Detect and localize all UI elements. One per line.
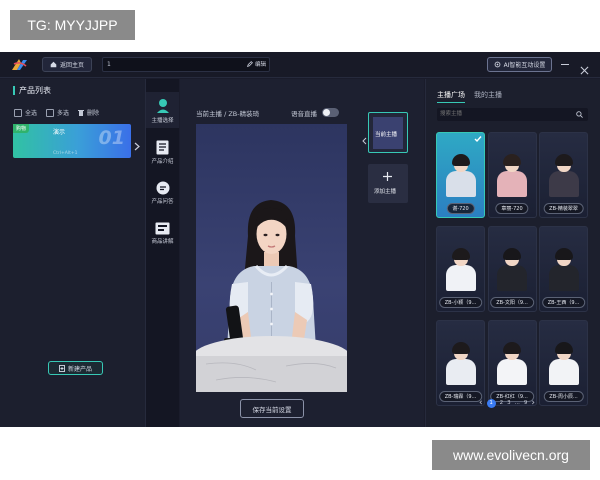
anchor-card-label: 谢-720	[446, 203, 475, 214]
home-icon	[50, 61, 57, 68]
ai-settings-icon	[494, 61, 500, 68]
minimize-button[interactable]	[561, 64, 569, 65]
plus-icon	[383, 172, 392, 181]
anchor-card-label: ZB-瑞霖（9...	[438, 391, 483, 402]
current-anchor-chevron-icon[interactable]	[362, 130, 367, 145]
voice-live-toggle[interactable]	[322, 108, 339, 117]
add-file-icon	[59, 364, 65, 372]
anchor-card-label: ZB-文阳（9...	[490, 297, 534, 308]
anchor-avatar	[548, 154, 579, 197]
prev-page-button[interactable]: ‹	[479, 398, 483, 408]
product-badge: 购物	[13, 124, 30, 133]
checkbox-box	[46, 108, 54, 117]
page-ellipsis: ...	[514, 400, 520, 406]
back-home-button[interactable]: 返回主页	[42, 57, 92, 72]
anchor-card[interactable]: ZB-王西（9...	[539, 226, 588, 312]
app-logo-icon	[11, 57, 28, 72]
anchor-avatar	[445, 342, 476, 385]
tab-my-anchors[interactable]: 我的主播	[474, 90, 502, 100]
anchor-card-label: 章丽-720	[495, 203, 529, 214]
anchor-avatar	[548, 248, 579, 291]
pagination: ‹ 1 2 3 ... 9 ›	[479, 398, 535, 408]
anchor-video-preview	[196, 124, 347, 392]
anchor-card[interactable]: ZB-精装翠翠	[539, 132, 588, 218]
close-button[interactable]	[580, 60, 589, 75]
screen-icon	[155, 222, 170, 235]
anchor-card[interactable]: ZB-周小辰...	[539, 320, 588, 406]
pencil-icon	[247, 61, 253, 67]
search-icon	[576, 111, 583, 118]
next-page-button[interactable]: ›	[531, 398, 535, 408]
delete-button[interactable]: 删除	[78, 108, 99, 117]
watermark-top-left: TG: MYYJJPP	[10, 10, 135, 40]
search-field[interactable]	[440, 109, 560, 119]
save-settings-button[interactable]: 保存当前设置	[240, 399, 304, 418]
anchor-avatar	[497, 154, 527, 197]
selected-check-icon	[474, 136, 482, 143]
trash-icon	[78, 110, 84, 116]
chat-icon	[156, 181, 169, 195]
current-anchor-label: 当前主播	[375, 132, 398, 138]
product-card[interactable]: 购物 演示 01 Ctrl+Alt+1	[13, 124, 131, 158]
anchor-avatar	[445, 154, 476, 197]
current-anchor-card[interactable]: 当前主播	[368, 112, 408, 153]
close-icon	[580, 66, 589, 75]
anchor-figure	[196, 200, 347, 392]
anchor-card[interactable]: ZB-小颖（9...	[436, 226, 485, 312]
anchor-card[interactable]: ZB-红红（9...	[487, 320, 537, 406]
edit-button[interactable]: 编辑	[247, 60, 266, 68]
anchor-avatar	[445, 248, 476, 291]
new-product-button[interactable]: 新建产品	[48, 361, 103, 375]
title-input[interactable]: 1 编辑	[102, 57, 270, 72]
product-name: 演示	[53, 129, 66, 136]
add-anchor-button[interactable]: 添加主播	[368, 164, 408, 203]
anchor-card-label: ZB-精装翠翠	[543, 203, 584, 214]
anchor-card[interactable]: 章丽-720	[487, 132, 537, 218]
anchor-person-icon	[156, 99, 169, 113]
product-number: 01	[98, 127, 125, 149]
page-1[interactable]: 1	[486, 398, 496, 408]
multi-select-checkbox[interactable]: 多选	[46, 108, 69, 117]
product-list-title: 产品列表	[13, 86, 51, 95]
anchor-card-label: ZB-王西（9...	[541, 297, 586, 308]
nav-product-intro[interactable]: 产品介绍	[146, 140, 179, 165]
page-3[interactable]: 3	[507, 400, 511, 406]
anchor-card-label: ZB-周小辰...	[543, 391, 584, 402]
document-icon	[156, 140, 169, 155]
voice-live-label: 语音直播	[291, 110, 317, 118]
checkbox-box	[14, 108, 22, 117]
toggle-knob	[323, 109, 330, 116]
nav-product-qa[interactable]: 产品问答	[146, 181, 179, 205]
page-2[interactable]: 2	[500, 400, 504, 406]
anchor-card-label: ZB-小颖（9...	[438, 297, 483, 308]
anchor-card[interactable]: ZB-文阳（9...	[487, 226, 537, 312]
breadcrumb: 当前主播 / ZB-精装琦	[196, 110, 260, 118]
nav-anchor-select[interactable]: 主播选择	[146, 98, 179, 124]
expand-chevron-icon[interactable]	[134, 136, 140, 151]
anchor-search-input[interactable]	[437, 108, 588, 121]
page-9[interactable]: 9	[524, 400, 528, 406]
watermark-bottom-right: www.evolivecn.org	[432, 440, 590, 470]
anchor-avatar	[497, 248, 527, 291]
anchor-avatar	[548, 342, 579, 385]
anchor-card[interactable]: 谢-720	[436, 132, 485, 218]
tab-anchor-square[interactable]: 主播广场	[437, 90, 465, 103]
anchor-avatar	[497, 342, 527, 385]
ai-interaction-settings-button[interactable]: AI智能互动设置	[487, 57, 552, 72]
product-shortcut: Ctrl+Alt+1	[53, 151, 78, 156]
select-all-checkbox[interactable]: 全选	[14, 108, 37, 117]
anchor-card[interactable]: ZB-瑞霖（9...	[436, 320, 485, 406]
nav-product-explain[interactable]: 商品讲解	[146, 222, 179, 245]
anchor-grid: 谢-720 章丽-720 ZB-精装翠翠 ZB-小颖（9... ZB-文阳（9... ZB…	[436, 130, 588, 406]
icon-nav-bar	[146, 79, 179, 427]
